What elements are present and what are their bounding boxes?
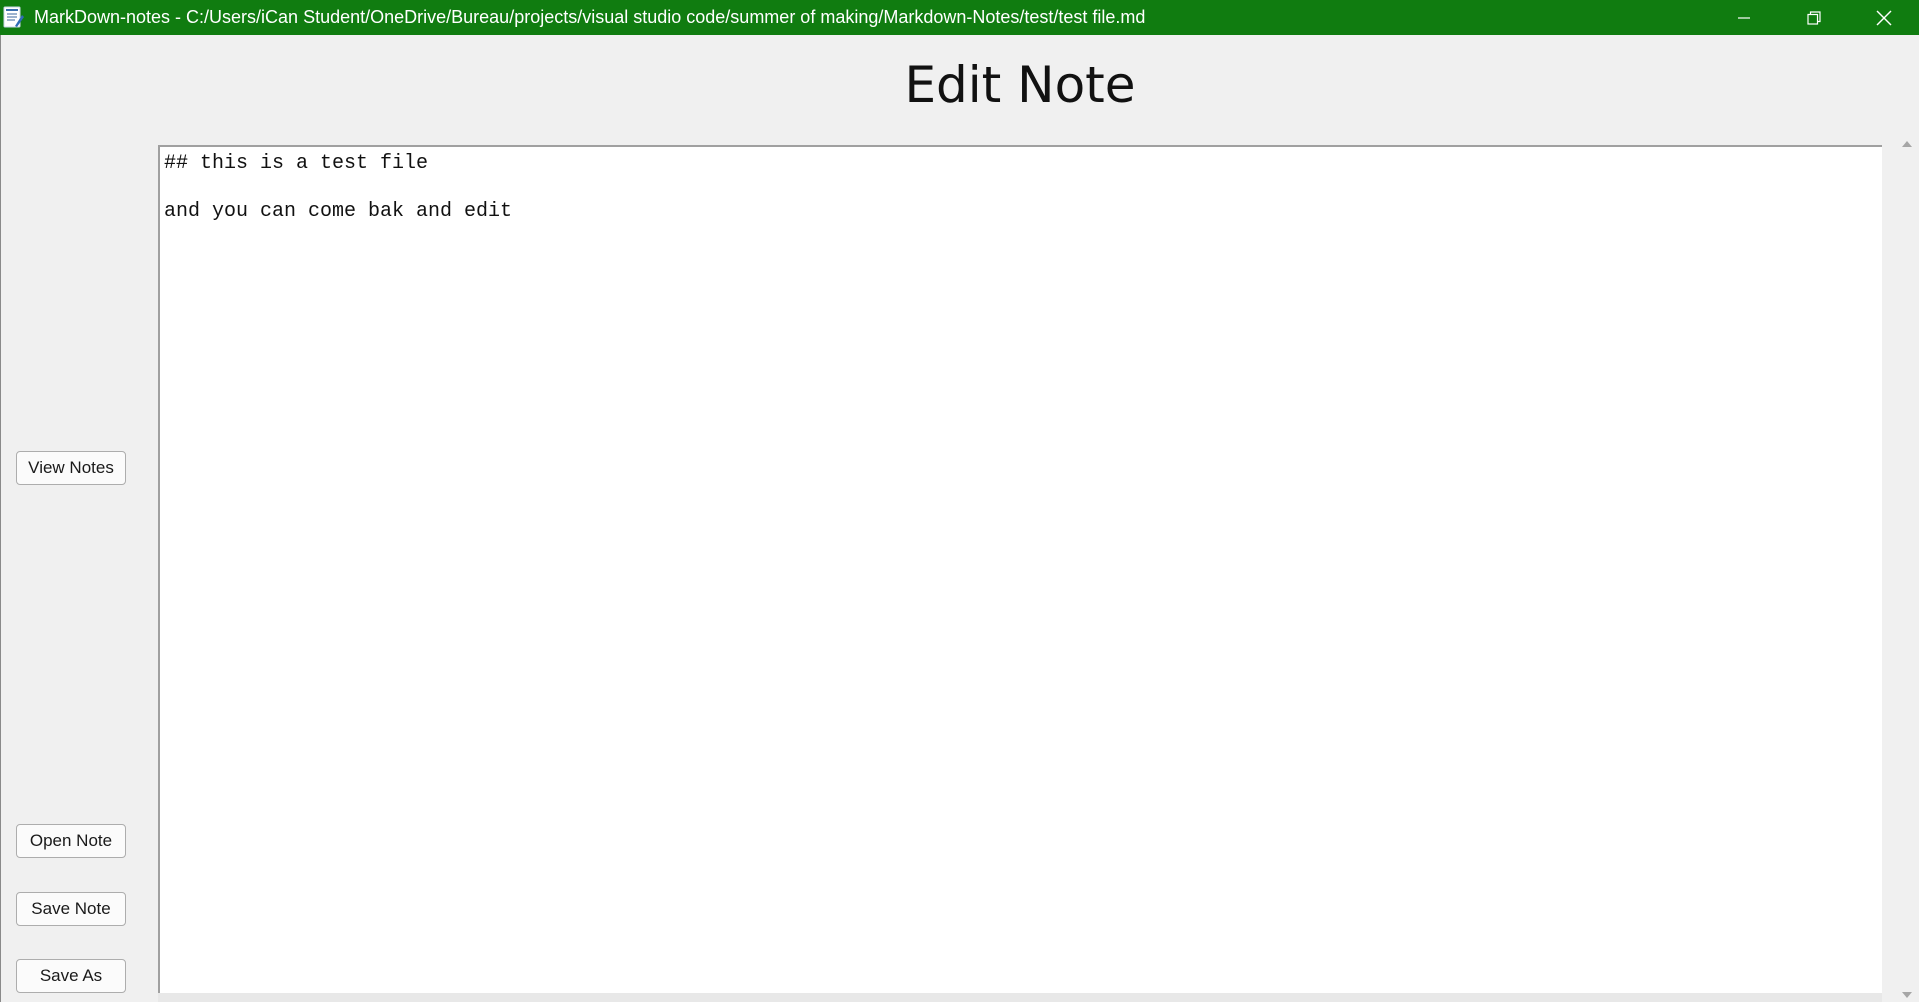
scroll-down-arrow-icon[interactable] <box>1900 988 1914 1002</box>
close-icon <box>1876 10 1892 25</box>
minimize-button[interactable] <box>1709 0 1779 35</box>
restore-icon <box>1807 10 1821 25</box>
vertical-scrollbar[interactable] <box>1895 135 1919 1002</box>
close-button[interactable] <box>1849 0 1919 35</box>
editor-bottom-strip <box>158 993 1882 1002</box>
scroll-up-arrow-icon[interactable] <box>1900 137 1914 151</box>
window-left-border <box>0 35 1 1002</box>
page-title: Edit Note <box>904 56 1136 114</box>
title-bar[interactable]: MarkDown-notes - C:/Users/iCan Student/O… <box>0 0 1919 35</box>
minimize-icon <box>1738 16 1750 19</box>
open-note-button[interactable]: Open Note <box>16 824 126 858</box>
app-icon <box>3 6 25 28</box>
editor-content[interactable]: ## this is a test file and you can come … <box>160 147 1882 229</box>
restore-button[interactable] <box>1779 0 1849 35</box>
save-as-button[interactable]: Save As <box>16 959 126 993</box>
note-editor[interactable]: ## this is a test file and you can come … <box>158 145 1882 993</box>
save-note-button[interactable]: Save Note <box>16 892 126 926</box>
window-title: MarkDown-notes - C:/Users/iCan Student/O… <box>34 7 1146 27</box>
view-notes-button[interactable]: View Notes <box>16 451 126 485</box>
